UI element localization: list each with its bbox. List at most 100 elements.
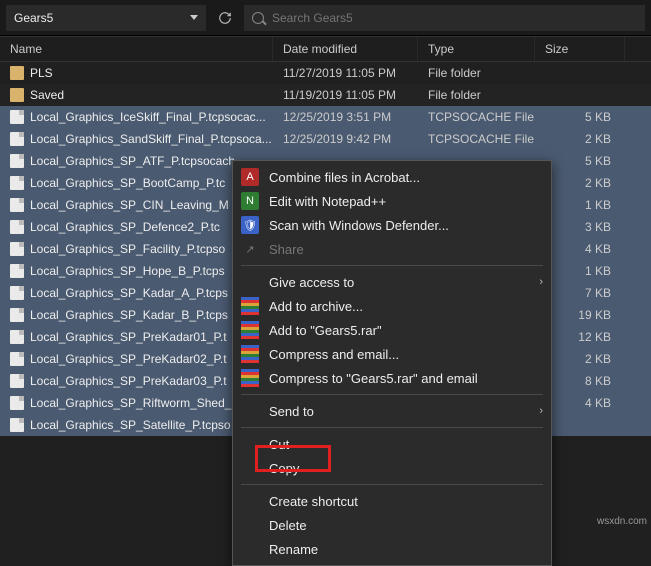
- file-icon: [10, 396, 24, 410]
- winrar-icon: [241, 345, 259, 363]
- file-icon: [10, 374, 24, 388]
- winrar-icon: [241, 369, 259, 387]
- table-row[interactable]: Local_Graphics_IceSkiff_Final_P.tcpsocac…: [0, 106, 651, 128]
- file-name: Local_Graphics_SP_Satellite_P.tcpso: [30, 418, 231, 432]
- breadcrumb[interactable]: Gears5: [6, 5, 206, 31]
- blank-icon: [241, 435, 259, 453]
- blank-icon: [241, 459, 259, 477]
- menu-combine-acrobat[interactable]: A Combine files in Acrobat...: [233, 165, 551, 189]
- file-name: Local_Graphics_SP_PreKadar03_P.t: [30, 374, 227, 388]
- winrar-icon: [241, 321, 259, 339]
- column-headers: Name Date modified Type Size: [0, 36, 651, 62]
- file-name: Local_Graphics_SP_CIN_Leaving_M: [30, 198, 229, 212]
- cell-date: 12/25/2019 3:51 PM: [273, 110, 418, 124]
- file-icon: [10, 352, 24, 366]
- menu-separator: [241, 484, 543, 485]
- file-name: Local_Graphics_SP_Defence2_P.tc: [30, 220, 220, 234]
- winrar-icon: [241, 297, 259, 315]
- cell-name: Local_Graphics_SandSkiff_Final_P.tcpsoca…: [0, 132, 273, 146]
- refresh-button[interactable]: [212, 5, 238, 31]
- search-input[interactable]: [272, 11, 637, 25]
- file-icon: [10, 242, 24, 256]
- watermark: wsxdn.com: [597, 516, 647, 527]
- file-icon: [10, 308, 24, 322]
- chevron-down-icon[interactable]: [190, 15, 198, 20]
- menu-notepad[interactable]: N Edit with Notepad++: [233, 189, 551, 213]
- file-icon: [10, 154, 24, 168]
- file-name: Local_Graphics_SP_Facility_P.tcpso: [30, 242, 225, 256]
- header-size[interactable]: Size: [535, 37, 625, 61]
- file-name: Local_Graphics_SP_Hope_B_P.tcps: [30, 264, 225, 278]
- context-menu: A Combine files in Acrobat... N Edit wit…: [232, 160, 552, 566]
- notepad-icon: N: [241, 192, 259, 210]
- blank-icon: [241, 402, 259, 420]
- cell-size: 5 KB: [535, 110, 625, 124]
- file-name: Local_Graphics_SP_ATF_P.tcpsocach: [30, 154, 235, 168]
- table-row[interactable]: Saved 11/19/2019 11:05 PMFile folder: [0, 84, 651, 106]
- blank-icon: [241, 540, 259, 558]
- file-name: Local_Graphics_SP_Riftworm_Shed_: [30, 396, 231, 410]
- chevron-right-icon: ›: [539, 405, 543, 417]
- menu-delete[interactable]: Delete: [233, 513, 551, 537]
- menu-compress-email[interactable]: Compress and email...: [233, 342, 551, 366]
- folder-icon: [10, 66, 24, 80]
- file-icon: [10, 220, 24, 234]
- file-icon: [10, 418, 24, 432]
- menu-cut[interactable]: Cut: [233, 432, 551, 456]
- blank-icon: [241, 492, 259, 510]
- cell-size: 2 KB: [535, 132, 625, 146]
- menu-separator: [241, 265, 543, 266]
- menu-add-rar[interactable]: Add to "Gears5.rar": [233, 318, 551, 342]
- cell-type: File folder: [418, 66, 535, 80]
- cell-name: Local_Graphics_IceSkiff_Final_P.tcpsocac…: [0, 110, 273, 124]
- header-name[interactable]: Name: [0, 37, 273, 61]
- menu-separator: [241, 394, 543, 395]
- file-name: Local_Graphics_SandSkiff_Final_P.tcpsoca…: [30, 132, 272, 146]
- menu-send-to[interactable]: Send to ›: [233, 399, 551, 423]
- menu-defender[interactable]: 🛡 Scan with Windows Defender...: [233, 213, 551, 237]
- file-icon: [10, 176, 24, 190]
- shield-icon: 🛡: [241, 216, 259, 234]
- cell-type: File folder: [418, 88, 535, 102]
- cell-date: 11/19/2019 11:05 PM: [273, 88, 418, 102]
- cell-name: PLS: [0, 66, 273, 80]
- search-box[interactable]: [244, 5, 645, 31]
- table-row[interactable]: Local_Graphics_SandSkiff_Final_P.tcpsoca…: [0, 128, 651, 150]
- header-date[interactable]: Date modified: [273, 37, 418, 61]
- menu-create-shortcut[interactable]: Create shortcut: [233, 489, 551, 513]
- breadcrumb-current: Gears5: [14, 11, 53, 25]
- file-icon: [10, 110, 24, 124]
- cell-date: 11/27/2019 11:05 PM: [273, 66, 418, 80]
- menu-rename[interactable]: Rename: [233, 537, 551, 561]
- folder-icon: [10, 88, 24, 102]
- file-name: Saved: [30, 88, 64, 102]
- cell-type: TCPSOCACHE File: [418, 132, 535, 146]
- file-name: Local_Graphics_SP_Kadar_B_P.tcps: [30, 308, 228, 322]
- menu-share: ↗ Share: [233, 237, 551, 261]
- header-type[interactable]: Type: [418, 37, 535, 61]
- blank-icon: [241, 516, 259, 534]
- file-name: Local_Graphics_SP_PreKadar02_P.t: [30, 352, 227, 366]
- menu-give-access[interactable]: Give access to ›: [233, 270, 551, 294]
- menu-add-archive[interactable]: Add to archive...: [233, 294, 551, 318]
- file-name: Local_Graphics_IceSkiff_Final_P.tcpsocac…: [30, 110, 266, 124]
- search-icon: [252, 12, 264, 24]
- acrobat-icon: A: [241, 168, 259, 186]
- file-icon: [10, 264, 24, 278]
- file-icon: [10, 286, 24, 300]
- file-name: PLS: [30, 66, 53, 80]
- menu-compress-rar-email[interactable]: Compress to "Gears5.rar" and email: [233, 366, 551, 390]
- menu-copy[interactable]: Copy: [233, 456, 551, 480]
- file-name: Local_Graphics_SP_Kadar_A_P.tcps: [30, 286, 228, 300]
- file-name: Local_Graphics_SP_PreKadar01_P.t: [30, 330, 227, 344]
- chevron-right-icon: ›: [539, 276, 543, 288]
- file-icon: [10, 330, 24, 344]
- file-icon: [10, 198, 24, 212]
- address-bar: Gears5: [0, 0, 651, 36]
- share-icon: ↗: [241, 240, 259, 258]
- file-name: Local_Graphics_SP_BootCamp_P.tc: [30, 176, 225, 190]
- cell-date: 12/25/2019 9:42 PM: [273, 132, 418, 146]
- table-row[interactable]: PLS 11/27/2019 11:05 PMFile folder: [0, 62, 651, 84]
- menu-separator: [241, 427, 543, 428]
- blank-icon: [241, 273, 259, 291]
